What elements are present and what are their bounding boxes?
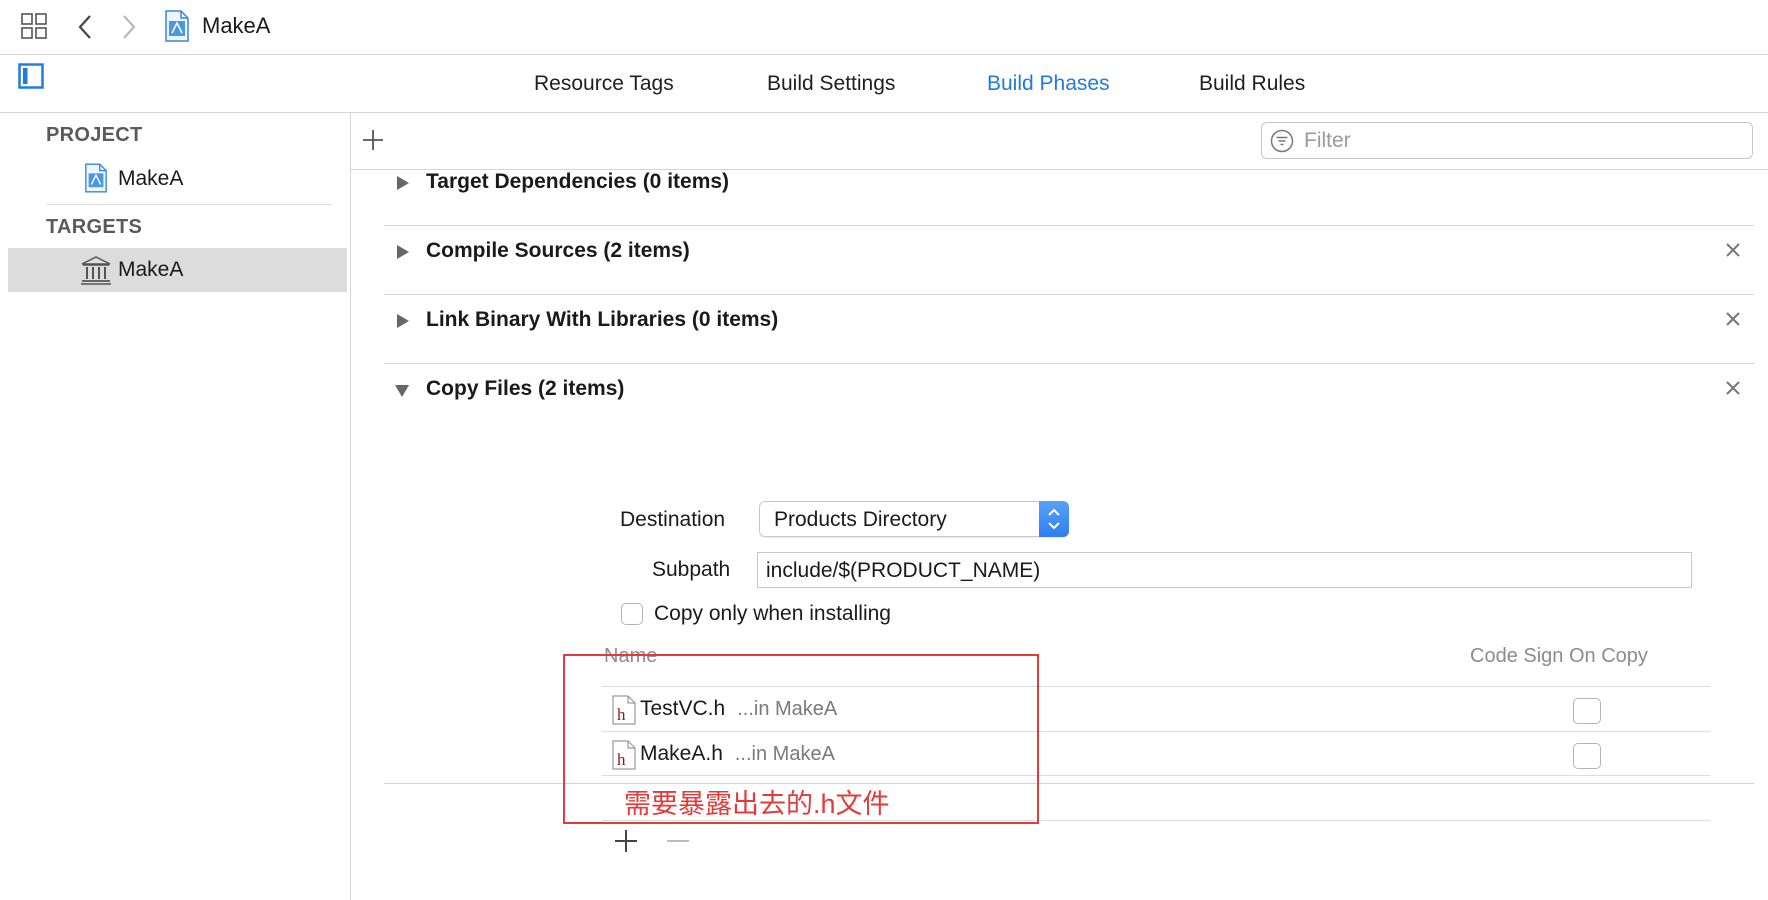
sidebar-item-label: MakeA xyxy=(118,167,184,190)
plus-icon[interactable] xyxy=(361,128,385,157)
project-target-sidebar: PROJECT MakeA TARGETS MakeA xyxy=(0,113,351,900)
chevron-right-icon[interactable] xyxy=(120,13,138,46)
phase-link-binary: Link Binary With Libraries (0 items) xyxy=(384,286,1754,364)
phase-target-dependencies: Target Dependencies (0 items) xyxy=(384,148,1754,226)
sidebar-divider xyxy=(46,204,332,205)
xcodeproj-icon xyxy=(84,163,108,198)
subpath-field[interactable] xyxy=(757,552,1698,588)
copy-only-when-installing-checkbox[interactable] xyxy=(621,603,643,625)
destination-label: Destination xyxy=(620,508,726,531)
subpath-label: Subpath xyxy=(652,558,731,581)
disclosure-triangle-icon[interactable] xyxy=(396,244,410,265)
minus-icon[interactable] xyxy=(665,828,695,858)
close-icon[interactable] xyxy=(1722,377,1744,399)
code-sign-checkbox[interactable] xyxy=(1573,698,1601,724)
subpath-input[interactable] xyxy=(764,557,1698,585)
xcodeproj-icon xyxy=(164,10,190,47)
close-icon[interactable] xyxy=(1722,308,1744,330)
grid-icon[interactable] xyxy=(21,13,47,44)
sidebar-item-target[interactable]: MakeA xyxy=(8,248,347,292)
target-building-icon xyxy=(80,255,112,290)
project-section-header: PROJECT xyxy=(46,124,143,146)
destination-value: Products Directory xyxy=(774,508,947,531)
plus-icon[interactable] xyxy=(613,828,643,858)
popup-stepper-icon[interactable] xyxy=(1039,501,1069,537)
disclosure-triangle-icon[interactable] xyxy=(396,175,410,196)
column-header-code-sign[interactable]: Code Sign On Copy xyxy=(1470,645,1648,668)
sidebar-toggle-icon[interactable] xyxy=(18,63,44,94)
close-icon[interactable] xyxy=(1722,239,1744,261)
phase-title[interactable]: Link Binary With Libraries (0 items) xyxy=(426,308,778,332)
phase-title[interactable]: Compile Sources (2 items) xyxy=(426,239,690,263)
destination-popup[interactable]: Products Directory xyxy=(759,501,1069,537)
phase-title[interactable]: Copy Files (2 items) xyxy=(426,377,624,401)
phase-title[interactable]: Target Dependencies (0 items) xyxy=(426,170,729,194)
sidebar-item-label: MakeA xyxy=(118,258,184,281)
tab-build-rules[interactable]: Build Rules xyxy=(1199,72,1305,96)
tab-build-settings[interactable]: Build Settings xyxy=(767,72,895,96)
tab-resource-tags[interactable]: Resource Tags xyxy=(534,72,674,96)
disclosure-triangle-expanded-icon[interactable] xyxy=(394,384,410,403)
breadcrumb-project[interactable]: MakeA xyxy=(202,13,270,39)
code-sign-checkbox[interactable] xyxy=(1573,743,1601,769)
annotation-text: 需要暴露出去的.h文件 xyxy=(624,789,890,819)
sidebar-item-project[interactable]: MakeA xyxy=(8,157,347,201)
window-toolbar: MakeA xyxy=(0,0,1768,55)
chevron-left-icon[interactable] xyxy=(76,13,94,46)
phase-compile-sources: Compile Sources (2 items) xyxy=(384,217,1754,295)
editor-tab-bar: Resource Tags Build Settings Build Phase… xyxy=(0,55,1768,113)
targets-section-header: TARGETS xyxy=(46,216,143,238)
tab-build-phases[interactable]: Build Phases xyxy=(987,72,1110,96)
copy-only-when-installing-label[interactable]: Copy only when installing xyxy=(654,602,891,626)
disclosure-triangle-icon[interactable] xyxy=(396,313,410,334)
